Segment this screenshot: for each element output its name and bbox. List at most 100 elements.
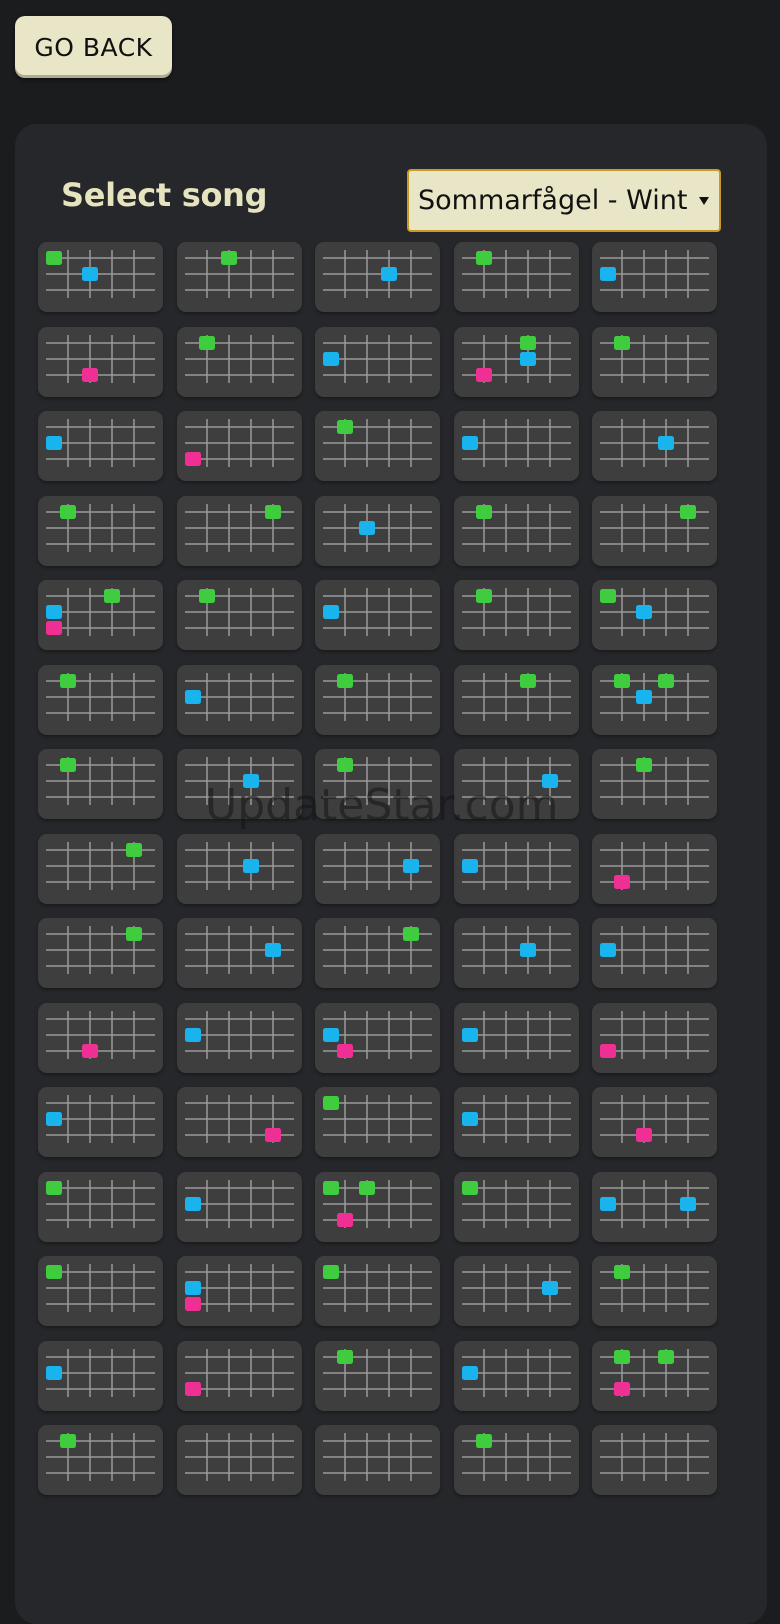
pattern-card[interactable] (315, 411, 440, 481)
pattern-card[interactable] (38, 1087, 163, 1157)
song-select-dropdown[interactable]: Sommarfågel - Wint (407, 169, 721, 232)
pattern-card[interactable] (315, 749, 440, 819)
pattern-card[interactable] (592, 749, 717, 819)
pattern-card[interactable] (592, 495, 717, 566)
pattern-card[interactable] (176, 664, 302, 735)
pattern-card[interactable] (315, 580, 440, 650)
pattern-diagram (46, 1179, 155, 1228)
pattern-card[interactable] (38, 749, 163, 819)
pattern-card[interactable] (453, 580, 579, 650)
pattern-card[interactable] (453, 1087, 579, 1157)
green-note (337, 1349, 353, 1364)
pattern-diagram (46, 1433, 155, 1481)
pattern-card[interactable] (453, 918, 579, 988)
pattern-card[interactable] (176, 1425, 302, 1495)
pattern-card[interactable] (592, 664, 717, 735)
pattern-card[interactable] (38, 1425, 163, 1495)
green-note (359, 1180, 375, 1195)
pattern-card[interactable] (38, 1002, 163, 1073)
pattern-card[interactable] (315, 918, 440, 988)
pattern-card[interactable] (592, 326, 717, 397)
pattern-card[interactable] (453, 749, 579, 819)
green-note (475, 251, 492, 265)
pink-note (184, 1297, 201, 1311)
pattern-card[interactable] (176, 1087, 302, 1157)
pattern-card[interactable] (176, 1002, 302, 1073)
pattern-card[interactable] (38, 495, 163, 566)
pattern-card[interactable] (176, 411, 302, 481)
pattern-card[interactable] (592, 411, 717, 481)
pattern-card[interactable] (453, 411, 579, 481)
pattern-card[interactable] (176, 918, 302, 988)
pattern-card[interactable] (315, 1002, 440, 1073)
pattern-card[interactable] (176, 580, 302, 650)
pattern-card[interactable] (592, 1340, 717, 1411)
pattern-card[interactable] (592, 580, 717, 650)
pattern-card[interactable] (453, 1256, 579, 1326)
pattern-card[interactable] (176, 1256, 302, 1326)
pattern-card[interactable] (315, 1087, 440, 1157)
pink-note (184, 452, 201, 466)
pattern-card[interactable] (38, 1171, 163, 1242)
pattern-card[interactable] (592, 1425, 717, 1495)
green-note (403, 927, 419, 941)
pattern-card[interactable] (176, 749, 302, 819)
pattern-card[interactable] (176, 1340, 302, 1411)
pink-note (82, 1043, 98, 1058)
pattern-card[interactable] (592, 833, 717, 904)
blue-note (636, 689, 652, 704)
pattern-card[interactable] (453, 1171, 579, 1242)
pattern-card[interactable] (38, 580, 163, 650)
pattern-card[interactable] (453, 833, 579, 904)
pattern-card[interactable] (592, 1002, 717, 1073)
pattern-card[interactable] (176, 833, 302, 904)
green-note (658, 673, 674, 688)
pattern-diagram (600, 841, 709, 890)
pattern-card[interactable] (315, 1340, 440, 1411)
pattern-diagram (461, 588, 571, 636)
pattern-card[interactable] (453, 1002, 579, 1073)
pattern-card[interactable] (38, 242, 163, 312)
pattern-card[interactable] (38, 1340, 163, 1411)
pattern-diagram (323, 672, 432, 721)
pattern-card[interactable] (592, 1171, 717, 1242)
pattern-card[interactable] (453, 242, 579, 312)
pattern-card[interactable] (592, 918, 717, 988)
pattern-card[interactable] (592, 242, 717, 312)
green-note (614, 1349, 630, 1364)
pattern-card[interactable] (453, 326, 579, 397)
pattern-card[interactable] (315, 664, 440, 735)
pattern-card[interactable] (315, 1171, 440, 1242)
pattern-card[interactable] (315, 495, 440, 566)
pattern-card[interactable] (453, 1340, 579, 1411)
pattern-card[interactable] (176, 495, 302, 566)
pattern-card[interactable] (38, 664, 163, 735)
pattern-diagram (46, 1348, 155, 1397)
pattern-card[interactable] (453, 664, 579, 735)
pattern-card[interactable] (38, 833, 163, 904)
go-back-button[interactable]: GO BACK (15, 16, 172, 78)
blue-note (461, 1365, 478, 1380)
pattern-card[interactable] (176, 326, 302, 397)
pattern-card[interactable] (315, 1425, 440, 1495)
pattern-card[interactable] (315, 1256, 440, 1326)
pattern-card[interactable] (176, 242, 302, 312)
pattern-card[interactable] (592, 1087, 717, 1157)
pattern-card[interactable] (453, 1425, 579, 1495)
pattern-card[interactable] (453, 495, 579, 566)
green-note (475, 1434, 492, 1448)
green-note (680, 504, 696, 519)
pattern-grid (38, 242, 736, 1542)
pattern-card[interactable] (38, 411, 163, 481)
pattern-card[interactable] (315, 833, 440, 904)
pattern-diagram (461, 1264, 571, 1312)
pattern-diagram (46, 1010, 155, 1059)
pattern-card[interactable] (176, 1171, 302, 1242)
pattern-card[interactable] (38, 1256, 163, 1326)
pattern-card[interactable] (315, 326, 440, 397)
pattern-card[interactable] (592, 1256, 717, 1326)
pattern-card[interactable] (38, 326, 163, 397)
blue-note (636, 605, 652, 619)
pattern-card[interactable] (38, 918, 163, 988)
pattern-card[interactable] (315, 242, 440, 312)
